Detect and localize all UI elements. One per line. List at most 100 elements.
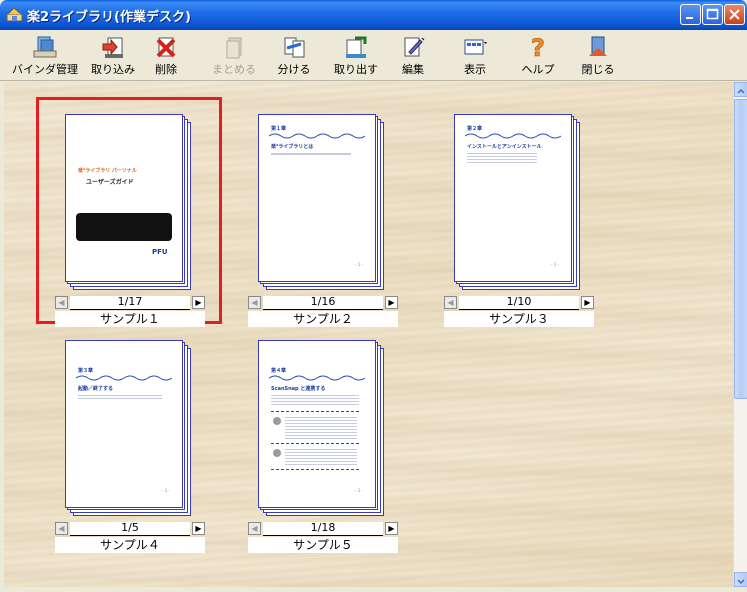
close-window-button[interactable] (724, 4, 745, 25)
document-item[interactable]: 第４章 ScanSnap と連携する - 1 - ◀ 1/18 ▶ サンプル５ (228, 334, 398, 564)
export-label: 取り出す (334, 63, 378, 76)
cover-chapter: 第１章 (271, 126, 287, 132)
cover-chapter: 第２章 (467, 126, 483, 132)
cover-chapter: 第３章 (78, 368, 94, 374)
prev-page-button[interactable]: ◀ (55, 296, 68, 309)
left-frame (0, 82, 4, 587)
minimize-icon (686, 17, 693, 19)
help-label: ヘルプ (521, 63, 555, 76)
cover-title: ユーザーズガイド (86, 179, 134, 186)
close-door-icon (589, 36, 607, 56)
wave-decoration (76, 375, 172, 381)
split-button[interactable]: 分ける (274, 32, 314, 78)
cover-heading: ScanSnap と連携する (271, 386, 326, 392)
cover-brand: 楽²ライブラリ パーソナル (78, 168, 137, 174)
window-title: 楽2ライブラリ(作業デスク) (27, 10, 191, 25)
export-icon (346, 36, 367, 58)
document-name[interactable]: サンプル２ (248, 311, 398, 327)
document-item[interactable]: 第３章 起動／終了する - 1 - ◀ 1/5 ▶ サンプル４ (35, 334, 205, 564)
page-slider[interactable]: 1/16 (263, 295, 383, 310)
next-page-button[interactable]: ▶ (192, 522, 205, 535)
page-indicator: 1/18 (310, 521, 336, 534)
view-label: 表示 (464, 63, 486, 76)
delete-button[interactable]: 削除 (146, 32, 186, 78)
page-slider[interactable]: 1/17 (70, 295, 190, 310)
scroll-up-button[interactable] (734, 82, 747, 97)
binder-icon (33, 36, 57, 58)
page-indicator: 1/16 (310, 295, 336, 308)
page-indicator: 1/10 (506, 295, 532, 308)
next-page-button[interactable]: ▶ (385, 296, 398, 309)
svg-text:?: ? (531, 34, 545, 60)
cover-band (76, 213, 172, 241)
close-app-label: 閉じる (581, 63, 615, 76)
merge-label: まとめる (212, 63, 256, 76)
document-name[interactable]: サンプル１ (55, 311, 205, 327)
page-navigator: ◀ 1/10 ▶ (444, 295, 594, 310)
page-slider[interactable]: 1/18 (263, 521, 383, 536)
prev-page-button[interactable]: ◀ (248, 522, 261, 535)
page-slider[interactable]: 1/5 (70, 521, 190, 536)
prev-page-button[interactable]: ◀ (55, 522, 68, 535)
document-item[interactable]: 第２章 インストールとアンインストール - 1 - ◀ 1/10 ▶ サンプル３ (424, 108, 594, 338)
document-thumbnail[interactable]: 楽²ライブラリ パーソナル ユーザーズガイド PFU (65, 114, 191, 294)
vertical-scrollbar[interactable] (733, 82, 747, 587)
document-item[interactable]: 第１章 楽²ライブラリとは - 1 - ◀ 1/16 ▶ サンプル２ (228, 108, 398, 338)
split-icon (284, 37, 305, 58)
page-indicator: 1/5 (121, 521, 139, 534)
binder-label: バインダ管理 (12, 63, 78, 76)
chevron-up-icon (737, 88, 745, 94)
cover-chapter: 第４章 (271, 368, 287, 374)
maximize-icon (706, 8, 719, 20)
page-navigator: ◀ 1/16 ▶ (248, 295, 398, 310)
document-item[interactable]: 楽²ライブラリ パーソナル ユーザーズガイド PFU ◀ 1/17 ▶ サンプル… (35, 108, 205, 338)
merge-icon (226, 37, 242, 59)
wave-decoration (465, 133, 561, 139)
delete-icon (156, 37, 176, 58)
document-thumbnail[interactable]: 第３章 起動／終了する - 1 - (65, 340, 191, 520)
scroll-thumb[interactable] (734, 99, 747, 399)
next-page-button[interactable]: ▶ (385, 522, 398, 535)
view-button[interactable]: 表示 (456, 32, 494, 78)
page-navigator: ◀ 1/17 ▶ (55, 295, 205, 310)
import-icon (102, 37, 123, 58)
cover-heading: インストールとアンインストール (467, 144, 542, 150)
binder-button[interactable]: バインダ管理 (8, 32, 82, 78)
close-icon (729, 9, 740, 20)
document-name[interactable]: サンプル３ (444, 311, 594, 327)
merge-button[interactable]: まとめる (210, 32, 258, 78)
title-bar[interactable]: 楽2ライブラリ(作業デスク) (0, 0, 747, 30)
delete-label: 削除 (155, 63, 177, 76)
edit-label: 編集 (402, 63, 424, 76)
import-label: 取り込み (91, 63, 135, 76)
app-icon (6, 7, 23, 22)
maximize-button[interactable] (702, 4, 723, 25)
edit-button[interactable]: 編集 (396, 32, 430, 78)
split-label: 分ける (277, 63, 311, 76)
help-button[interactable]: ? ヘルプ (520, 32, 556, 78)
import-button[interactable]: 取り込み (86, 32, 140, 78)
next-page-button[interactable]: ▶ (581, 296, 594, 309)
next-page-button[interactable]: ▶ (192, 296, 205, 309)
view-icon (464, 39, 487, 55)
prev-page-button[interactable]: ◀ (248, 296, 261, 309)
wave-decoration (269, 133, 365, 139)
export-button[interactable]: 取り出す (330, 32, 382, 78)
page-indicator: 1/17 (117, 295, 143, 308)
prev-page-button[interactable]: ◀ (444, 296, 457, 309)
scroll-down-button[interactable] (734, 572, 747, 587)
page-slider[interactable]: 1/10 (459, 295, 579, 310)
document-thumbnail[interactable]: 第４章 ScanSnap と連携する - 1 - (258, 340, 384, 520)
cover-logo: PFU (152, 248, 168, 256)
minimize-button[interactable] (680, 4, 701, 25)
document-name[interactable]: サンプル４ (55, 537, 205, 553)
document-thumbnail[interactable]: 第１章 楽²ライブラリとは - 1 - (258, 114, 384, 294)
help-icon: ? (531, 34, 546, 60)
toolbar: バインダ管理 取り込み 削除 まとめる 分ける 取り出す 編集 表示 ? ヘルプ… (0, 30, 747, 81)
close-app-button[interactable]: 閉じる (580, 32, 616, 78)
cover-heading: 起動／終了する (78, 386, 114, 392)
document-name[interactable]: サンプル５ (248, 537, 398, 553)
chevron-down-icon (737, 579, 745, 585)
page-navigator: ◀ 1/18 ▶ (248, 521, 398, 536)
document-thumbnail[interactable]: 第２章 インストールとアンインストール - 1 - (454, 114, 580, 294)
